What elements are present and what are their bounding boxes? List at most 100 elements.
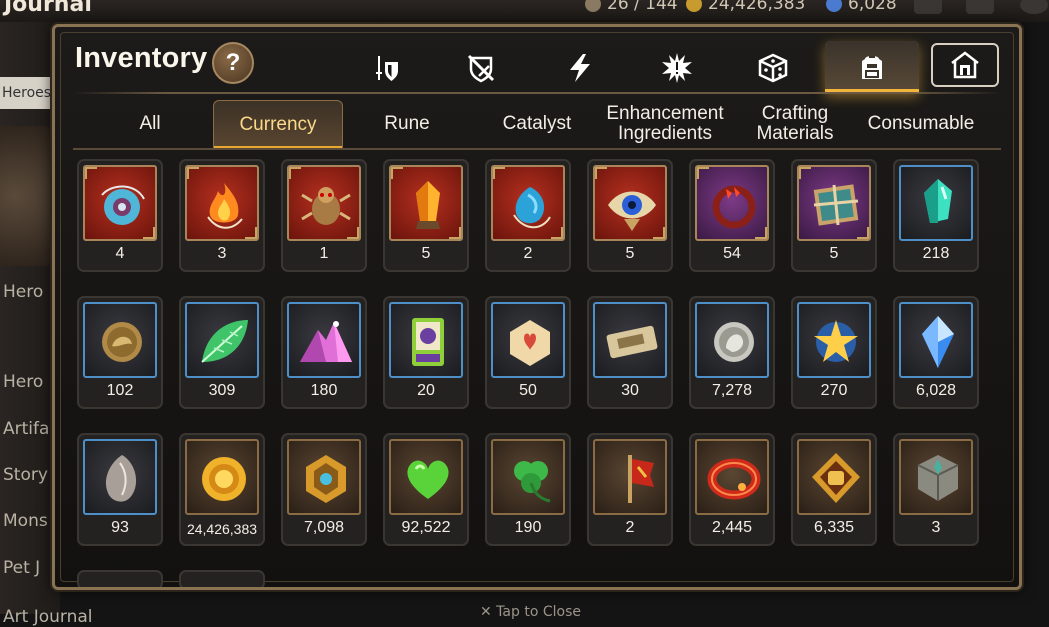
map-bundle-icon	[813, 184, 859, 226]
teal-crystal-icon	[924, 179, 952, 223]
ticket-icon	[606, 325, 658, 359]
inventory-item[interactable]: 7,098	[281, 433, 367, 546]
green-heart-icon	[407, 460, 449, 499]
inventory-item[interactable]: 6,335	[791, 433, 877, 546]
inventory-item[interactable]: 102	[77, 296, 163, 409]
inventory-item[interactable]: 6,028	[893, 296, 979, 409]
sidebar-item-pet[interactable]: Pet J	[3, 558, 40, 578]
inventory-item[interactable]: 2	[587, 433, 673, 546]
inventory-item[interactable]: 2	[485, 159, 571, 272]
sidebar-item-monster[interactable]: Mons	[3, 511, 48, 531]
item-frame	[83, 302, 157, 378]
bag-icon[interactable]	[914, 0, 942, 14]
subtab-all[interactable]: All	[115, 100, 185, 148]
sky-gem-icon	[922, 316, 954, 368]
inventory-item[interactable]: 5	[587, 159, 673, 272]
item-count: 2	[625, 519, 635, 536]
sidebar-item-art-journal[interactable]: Art Journal	[3, 607, 123, 627]
inventory-item[interactable]: 20	[383, 296, 469, 409]
item-count: 1	[319, 245, 329, 262]
item-count: 54	[723, 245, 741, 262]
inventory-item[interactable]: 5	[383, 159, 469, 272]
inventory-item[interactable]: 190	[485, 433, 571, 546]
item-count: 6,335	[813, 519, 855, 536]
sidebar-item-hero[interactable]: Hero	[3, 372, 43, 392]
inventory-item[interactable]: 93	[77, 433, 163, 546]
item-frame	[287, 165, 361, 241]
sidebar-item-artifact[interactable]: Artifa	[3, 419, 49, 439]
inventory-item[interactable]: 2,445	[689, 433, 775, 546]
subtab-catalyst[interactable]: Catalyst	[487, 100, 587, 148]
fist-emblem-icon	[812, 453, 860, 503]
subtab-crafting-materials[interactable]: Crafting Materials	[745, 100, 845, 148]
item-count: 20	[417, 382, 435, 399]
crossed-sword-shield-icon	[467, 54, 495, 83]
tab-random[interactable]	[729, 44, 817, 92]
crimson-bracelet-icon	[712, 185, 756, 229]
silver-coin-icon	[714, 322, 754, 362]
inventory-item[interactable]: 24,426,383	[179, 433, 265, 546]
item-count: 2	[523, 245, 533, 262]
tab-equipment[interactable]	[342, 44, 430, 92]
inventory-item[interactable]: 7,278	[689, 296, 775, 409]
item-count: 5	[421, 245, 431, 262]
inventory-item-partial[interactable]	[179, 570, 265, 587]
inventory-title: Inventory	[75, 42, 208, 74]
profile-icon[interactable]	[1020, 0, 1048, 14]
seed-icon	[105, 455, 137, 502]
inventory-item[interactable]: 218	[893, 159, 979, 272]
subtab-currency[interactable]: Currency	[213, 100, 343, 149]
tab-storage[interactable]	[931, 43, 999, 87]
sidebar-item-story[interactable]: Story	[3, 465, 48, 485]
tab-artifact[interactable]	[437, 44, 525, 92]
hexagon-emblem-icon	[306, 455, 346, 503]
hero-portrait[interactable]	[0, 126, 52, 266]
help-button[interactable]: ?	[212, 42, 254, 84]
inventory-item[interactable]: 92,522	[383, 433, 469, 546]
tab-combat[interactable]	[633, 44, 721, 92]
inventory-item-partial[interactable]	[77, 570, 163, 587]
bronze-coin-icon	[102, 322, 142, 362]
item-count: 3	[931, 519, 941, 536]
tab-skill[interactable]	[536, 44, 624, 92]
item-frame	[899, 302, 973, 378]
sidebar-item-hero-card[interactable]: Hero	[3, 282, 43, 302]
item-count: 24,426,383	[186, 521, 258, 537]
capacity-icon	[585, 0, 601, 12]
inventory-item[interactable]: 270	[791, 296, 877, 409]
inventory-item[interactable]: 4	[77, 159, 163, 272]
item-count: 30	[621, 382, 639, 399]
inventory-item[interactable]: 50	[485, 296, 571, 409]
amber-crystal-icon	[416, 181, 440, 229]
inventory-item[interactable]: 5	[791, 159, 877, 272]
item-count: 92,522	[401, 519, 451, 536]
inventory-item[interactable]: 30	[587, 296, 673, 409]
card-icon	[412, 318, 444, 366]
heroes-tag[interactable]: Heroes	[0, 77, 54, 109]
subtab-rune[interactable]: Rune	[369, 100, 445, 148]
item-count: 5	[829, 245, 839, 262]
item-count: 309	[208, 382, 236, 399]
inventory-item[interactable]: 54	[689, 159, 775, 272]
item-frame	[491, 302, 565, 378]
inventory-item[interactable]: 309	[179, 296, 265, 409]
inventory-item[interactable]: 1	[281, 159, 367, 272]
tap-to-close-hint[interactable]: ✕ Tap to Close	[480, 604, 581, 620]
item-count: 3	[217, 245, 227, 262]
tab-inventory[interactable]	[825, 41, 919, 93]
item-frame	[185, 165, 259, 241]
item-frame	[695, 439, 769, 515]
inventory-item[interactable]: 3	[179, 159, 265, 272]
item-frame	[797, 302, 871, 378]
mail-icon[interactable]	[966, 0, 994, 14]
pink-crystal-pile-icon	[300, 321, 352, 362]
inventory-item[interactable]: 180	[281, 296, 367, 409]
subtab-enhancement-ingredients[interactable]: Enhancement Ingredients	[601, 100, 729, 148]
subtab-divider	[73, 148, 1001, 150]
subtab-consumable[interactable]: Consumable	[861, 100, 981, 148]
spiky-burst-icon	[662, 53, 692, 83]
background-sidebar: Heroes Hero Hero Artifa Story Mons Pet J…	[0, 22, 92, 627]
inventory-item[interactable]: 3	[893, 433, 979, 546]
item-frame	[491, 439, 565, 515]
item-frame	[593, 439, 667, 515]
